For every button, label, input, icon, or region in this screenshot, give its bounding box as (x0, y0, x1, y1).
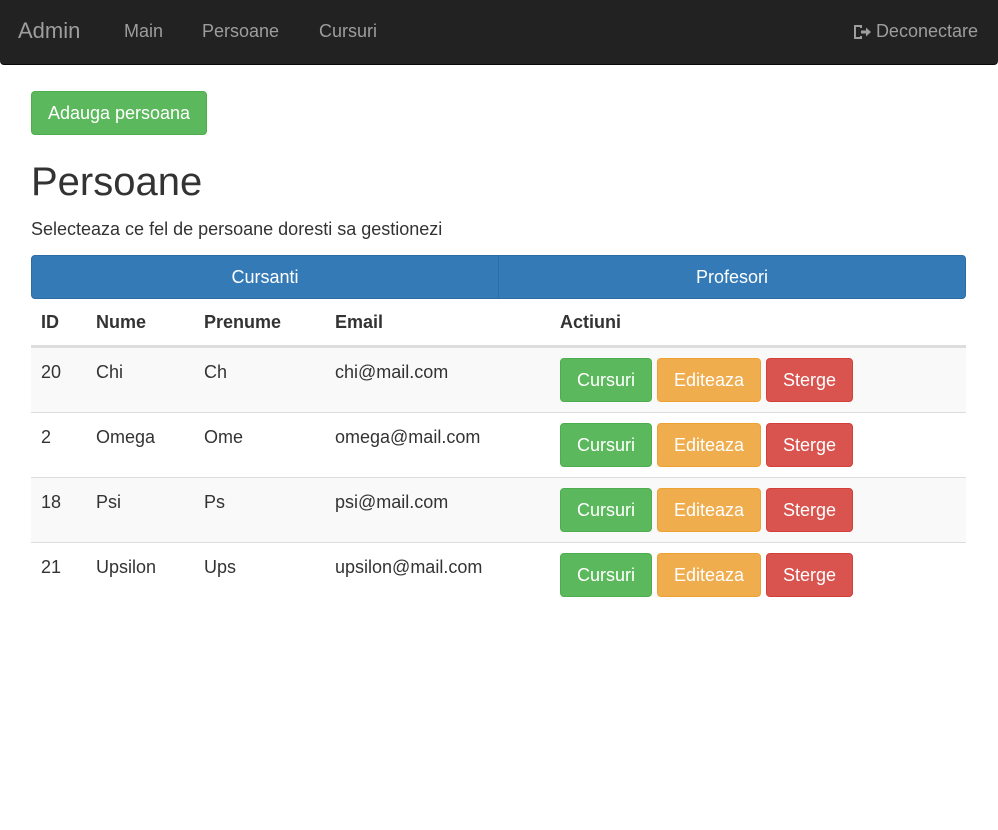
cell-email: chi@mail.com (335, 362, 449, 382)
page-title: Persoane (31, 160, 203, 204)
delete-button[interactable]: Sterge (766, 488, 853, 532)
edit-button[interactable]: Editeaza (657, 553, 761, 597)
cell-prenume: Ups (204, 557, 237, 577)
person-type-selector: Cursanti Profesori (31, 255, 966, 299)
logout-label: Deconectare (875, 21, 978, 41)
cursuri-button[interactable]: Cursuri (560, 553, 652, 597)
edit-button[interactable]: Editeaza (657, 488, 761, 532)
navbar: Admin Main Persoane Cursuri Deconectare (0, 0, 998, 65)
cell-nume: Omega (96, 427, 156, 447)
cell-email: upsilon@mail.com (335, 557, 483, 577)
segment-cursanti[interactable]: Cursanti (32, 256, 498, 298)
nav-link-persoane[interactable]: Persoane (202, 21, 279, 42)
cell-nume: Psi (96, 492, 122, 512)
page-subtitle: Selecteaza ce fel de persoane doresti sa… (31, 219, 443, 239)
add-person-button[interactable]: Adauga persoana (31, 91, 207, 135)
persons-table: ID Nume Prenume Email Actiuni 20 Chi Ch … (31, 299, 966, 607)
table-row: 20 Chi Ch chi@mail.com Cursuri Editeaza … (31, 347, 966, 412)
edit-button[interactable]: Editeaza (657, 423, 761, 467)
cell-id: 18 (41, 492, 62, 512)
cell-email: omega@mail.com (335, 427, 481, 447)
edit-button[interactable]: Editeaza (657, 358, 761, 402)
column-header-id: ID (41, 312, 59, 332)
table-row: 21 Upsilon Ups upsilon@mail.com Cursuri … (31, 542, 966, 607)
cell-prenume: Ome (204, 427, 244, 447)
table-row: 2 Omega Ome omega@mail.com Cursuri Edite… (31, 412, 966, 477)
cell-nume: Chi (96, 362, 124, 382)
delete-button[interactable]: Sterge (766, 553, 853, 597)
delete-button[interactable]: Sterge (766, 423, 853, 467)
logout-link[interactable]: Deconectare (852, 21, 978, 42)
table-row: 18 Psi Ps psi@mail.com Cursuri Editeaza … (31, 477, 966, 542)
column-header-email: Email (335, 312, 384, 332)
cursuri-button[interactable]: Cursuri (560, 488, 652, 532)
cell-nume: Upsilon (96, 557, 157, 577)
cell-id: 21 (41, 557, 62, 577)
nav-link-main[interactable]: Main (124, 21, 163, 42)
cursuri-button[interactable]: Cursuri (560, 358, 652, 402)
segment-profesori[interactable]: Profesori (498, 256, 965, 298)
column-header-nume: Nume (96, 312, 147, 332)
table-header: ID Nume Prenume Email Actiuni (31, 299, 966, 347)
cell-id: 2 (41, 427, 52, 447)
brand-link[interactable]: Admin (18, 18, 80, 44)
column-header-prenume: Prenume (204, 312, 282, 332)
cursuri-button[interactable]: Cursuri (560, 423, 652, 467)
cell-prenume: Ps (204, 492, 226, 512)
delete-button[interactable]: Sterge (766, 358, 853, 402)
column-header-actiuni: Actiuni (560, 312, 621, 332)
nav-link-cursuri[interactable]: Cursuri (319, 21, 377, 42)
logout-icon (853, 24, 871, 39)
cell-id: 20 (41, 362, 62, 382)
cell-prenume: Ch (204, 362, 228, 382)
cell-email: psi@mail.com (335, 492, 449, 512)
